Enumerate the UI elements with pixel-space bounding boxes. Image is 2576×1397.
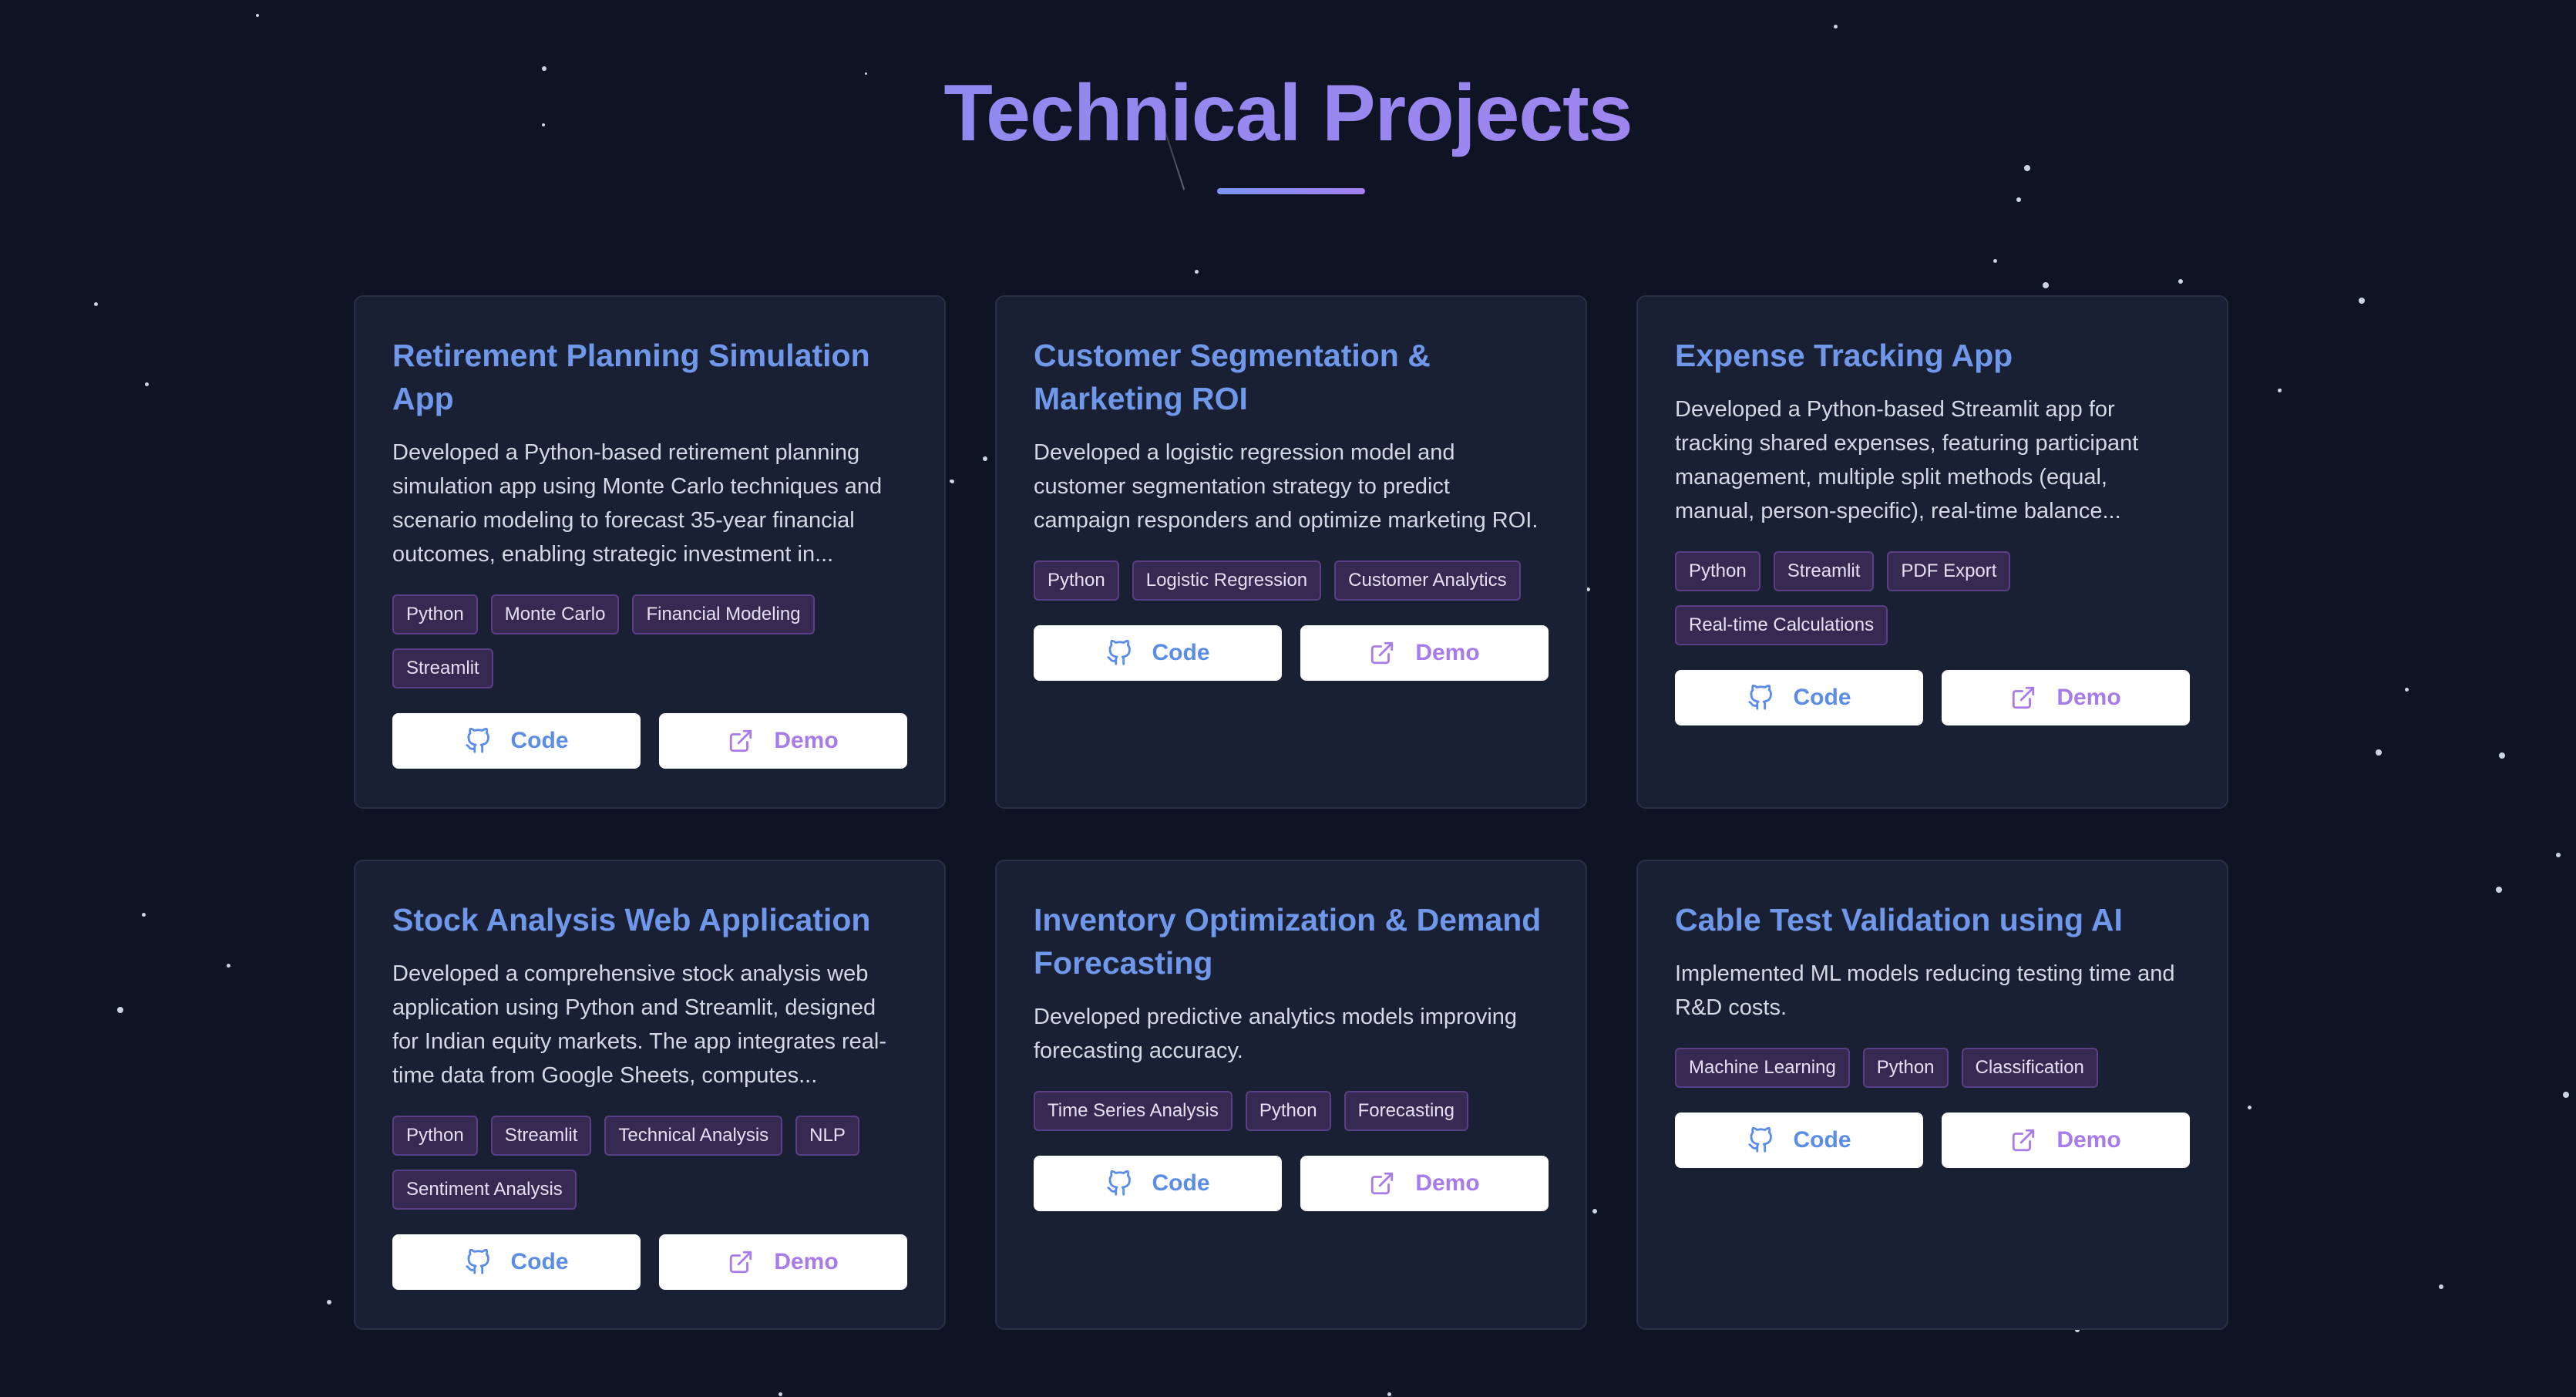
tag: Python [392, 594, 478, 635]
tag: Machine Learning [1675, 1048, 1850, 1088]
tag: Technical Analysis [604, 1116, 783, 1156]
code-button-label: Code [1793, 685, 1851, 710]
tag: Streamlit [392, 648, 493, 688]
project-title: Stock Analysis Web Application [392, 902, 871, 938]
section-title: Technical Projects [0, 68, 2576, 160]
project-card: Retirement Planning Simulation App Devel… [354, 295, 946, 809]
tag-list: Python Streamlit PDF Export Real-time Ca… [1675, 551, 2190, 645]
project-card: Expense Tracking App Developed a Python-… [1636, 295, 2228, 809]
project-actions: Code Demo [1675, 670, 2190, 725]
demo-button[interactable]: Demo [659, 1234, 907, 1290]
code-button[interactable]: Code [1034, 625, 1282, 681]
project-title: Customer Segmentation & Marketing ROI [1034, 338, 1431, 416]
project-title: Retirement Planning Simulation App [392, 338, 870, 416]
demo-button-label: Demo [774, 1249, 839, 1274]
tag: Sentiment Analysis [392, 1170, 577, 1210]
project-card: Stock Analysis Web Application Developed… [354, 860, 946, 1330]
code-button-label: Code [510, 1249, 569, 1274]
external-link-icon [1371, 641, 1394, 665]
project-title: Inventory Optimization & Demand Forecast… [1034, 902, 1542, 981]
tag: Customer Analytics [1334, 560, 1521, 601]
code-button[interactable]: Code [1675, 670, 1923, 725]
tag-list: Time Series Analysis Python Forecasting [1034, 1091, 1549, 1131]
project-actions: Code Demo [1675, 1113, 2190, 1168]
tag: Streamlit [490, 1116, 592, 1156]
github-icon [1747, 1127, 1772, 1153]
external-link-icon [730, 1251, 752, 1274]
code-button-label: Code [1793, 1127, 1851, 1153]
external-link-icon [730, 729, 752, 752]
tag: Python [1675, 551, 1760, 591]
project-description: Developed a Python-based retirement plan… [392, 440, 883, 567]
project-actions: Code Demo [392, 713, 907, 769]
tag: Streamlit [1773, 551, 1875, 591]
project-card: Cable Test Validation using AI Implement… [1636, 860, 2228, 1330]
code-button[interactable]: Code [1034, 1156, 1282, 1211]
demo-button-label: Demo [1415, 640, 1480, 665]
demo-button[interactable]: Demo [1300, 1156, 1549, 1211]
external-link-icon [1371, 1172, 1394, 1195]
tag-list: Python Streamlit Technical Analysis NLP … [392, 1116, 907, 1210]
demo-button-label: Demo [2056, 1127, 2121, 1153]
demo-button[interactable]: Demo [1942, 1113, 2190, 1168]
github-icon [1106, 1170, 1131, 1196]
github-icon [1747, 685, 1772, 710]
demo-button[interactable]: Demo [1300, 625, 1549, 681]
project-title: Expense Tracking App [1675, 338, 2013, 373]
github-icon [465, 728, 489, 753]
title-underline [1217, 188, 1365, 194]
external-link-icon [2013, 686, 2035, 709]
project-description: Implemented ML models reducing testing t… [1675, 961, 2175, 1020]
tag: Monte Carlo [490, 594, 620, 635]
tag: Python [1862, 1048, 1949, 1088]
tag-list: Machine Learning Python Classification [1675, 1048, 2190, 1088]
projects-grid: Retirement Planning Simulation App Devel… [354, 295, 2228, 1330]
project-actions: Code Demo [1034, 625, 1549, 681]
tag: Python [392, 1116, 478, 1156]
code-button-label: Code [510, 728, 569, 753]
demo-button-label: Demo [774, 728, 839, 753]
project-card: Inventory Optimization & Demand Forecast… [995, 860, 1587, 1330]
project-description: Developed a Python-based Streamlit app f… [1675, 397, 2139, 523]
tag: Classification [1961, 1048, 2098, 1088]
demo-button-label: Demo [1415, 1170, 1480, 1196]
tag: Financial Modeling [632, 594, 815, 635]
project-actions: Code Demo [392, 1234, 907, 1290]
code-button[interactable]: Code [392, 1234, 641, 1290]
tag: Python [1245, 1091, 1331, 1131]
tag: Python [1034, 560, 1119, 601]
tag: NLP [795, 1116, 859, 1156]
project-description: Developed a comprehensive stock analysis… [392, 961, 887, 1088]
project-description: Developed a logistic regression model an… [1034, 440, 1539, 533]
code-button[interactable]: Code [392, 713, 641, 769]
github-icon [1106, 640, 1131, 665]
demo-button[interactable]: Demo [659, 713, 907, 769]
tag: Forecasting [1343, 1091, 1468, 1131]
tag: PDF Export [1887, 551, 2011, 591]
tag-list: Python Logistic Regression Customer Anal… [1034, 560, 1549, 601]
code-button[interactable]: Code [1675, 1113, 1923, 1168]
project-title: Cable Test Validation using AI [1675, 902, 2123, 938]
demo-button-label: Demo [2056, 685, 2121, 710]
github-icon [465, 1249, 489, 1274]
project-card: Customer Segmentation & Marketing ROI De… [995, 295, 1587, 809]
code-button-label: Code [1152, 640, 1210, 665]
external-link-icon [2013, 1129, 2035, 1152]
project-actions: Code Demo [1034, 1156, 1549, 1211]
tag: Time Series Analysis [1034, 1091, 1233, 1131]
code-button-label: Code [1152, 1170, 1210, 1196]
demo-button[interactable]: Demo [1942, 670, 2190, 725]
tag: Logistic Regression [1132, 560, 1322, 601]
tag-list: Python Monte Carlo Financial Modeling St… [392, 594, 907, 688]
project-description: Developed predictive analytics models im… [1034, 1005, 1518, 1063]
tag: Real-time Calculations [1675, 605, 1888, 645]
